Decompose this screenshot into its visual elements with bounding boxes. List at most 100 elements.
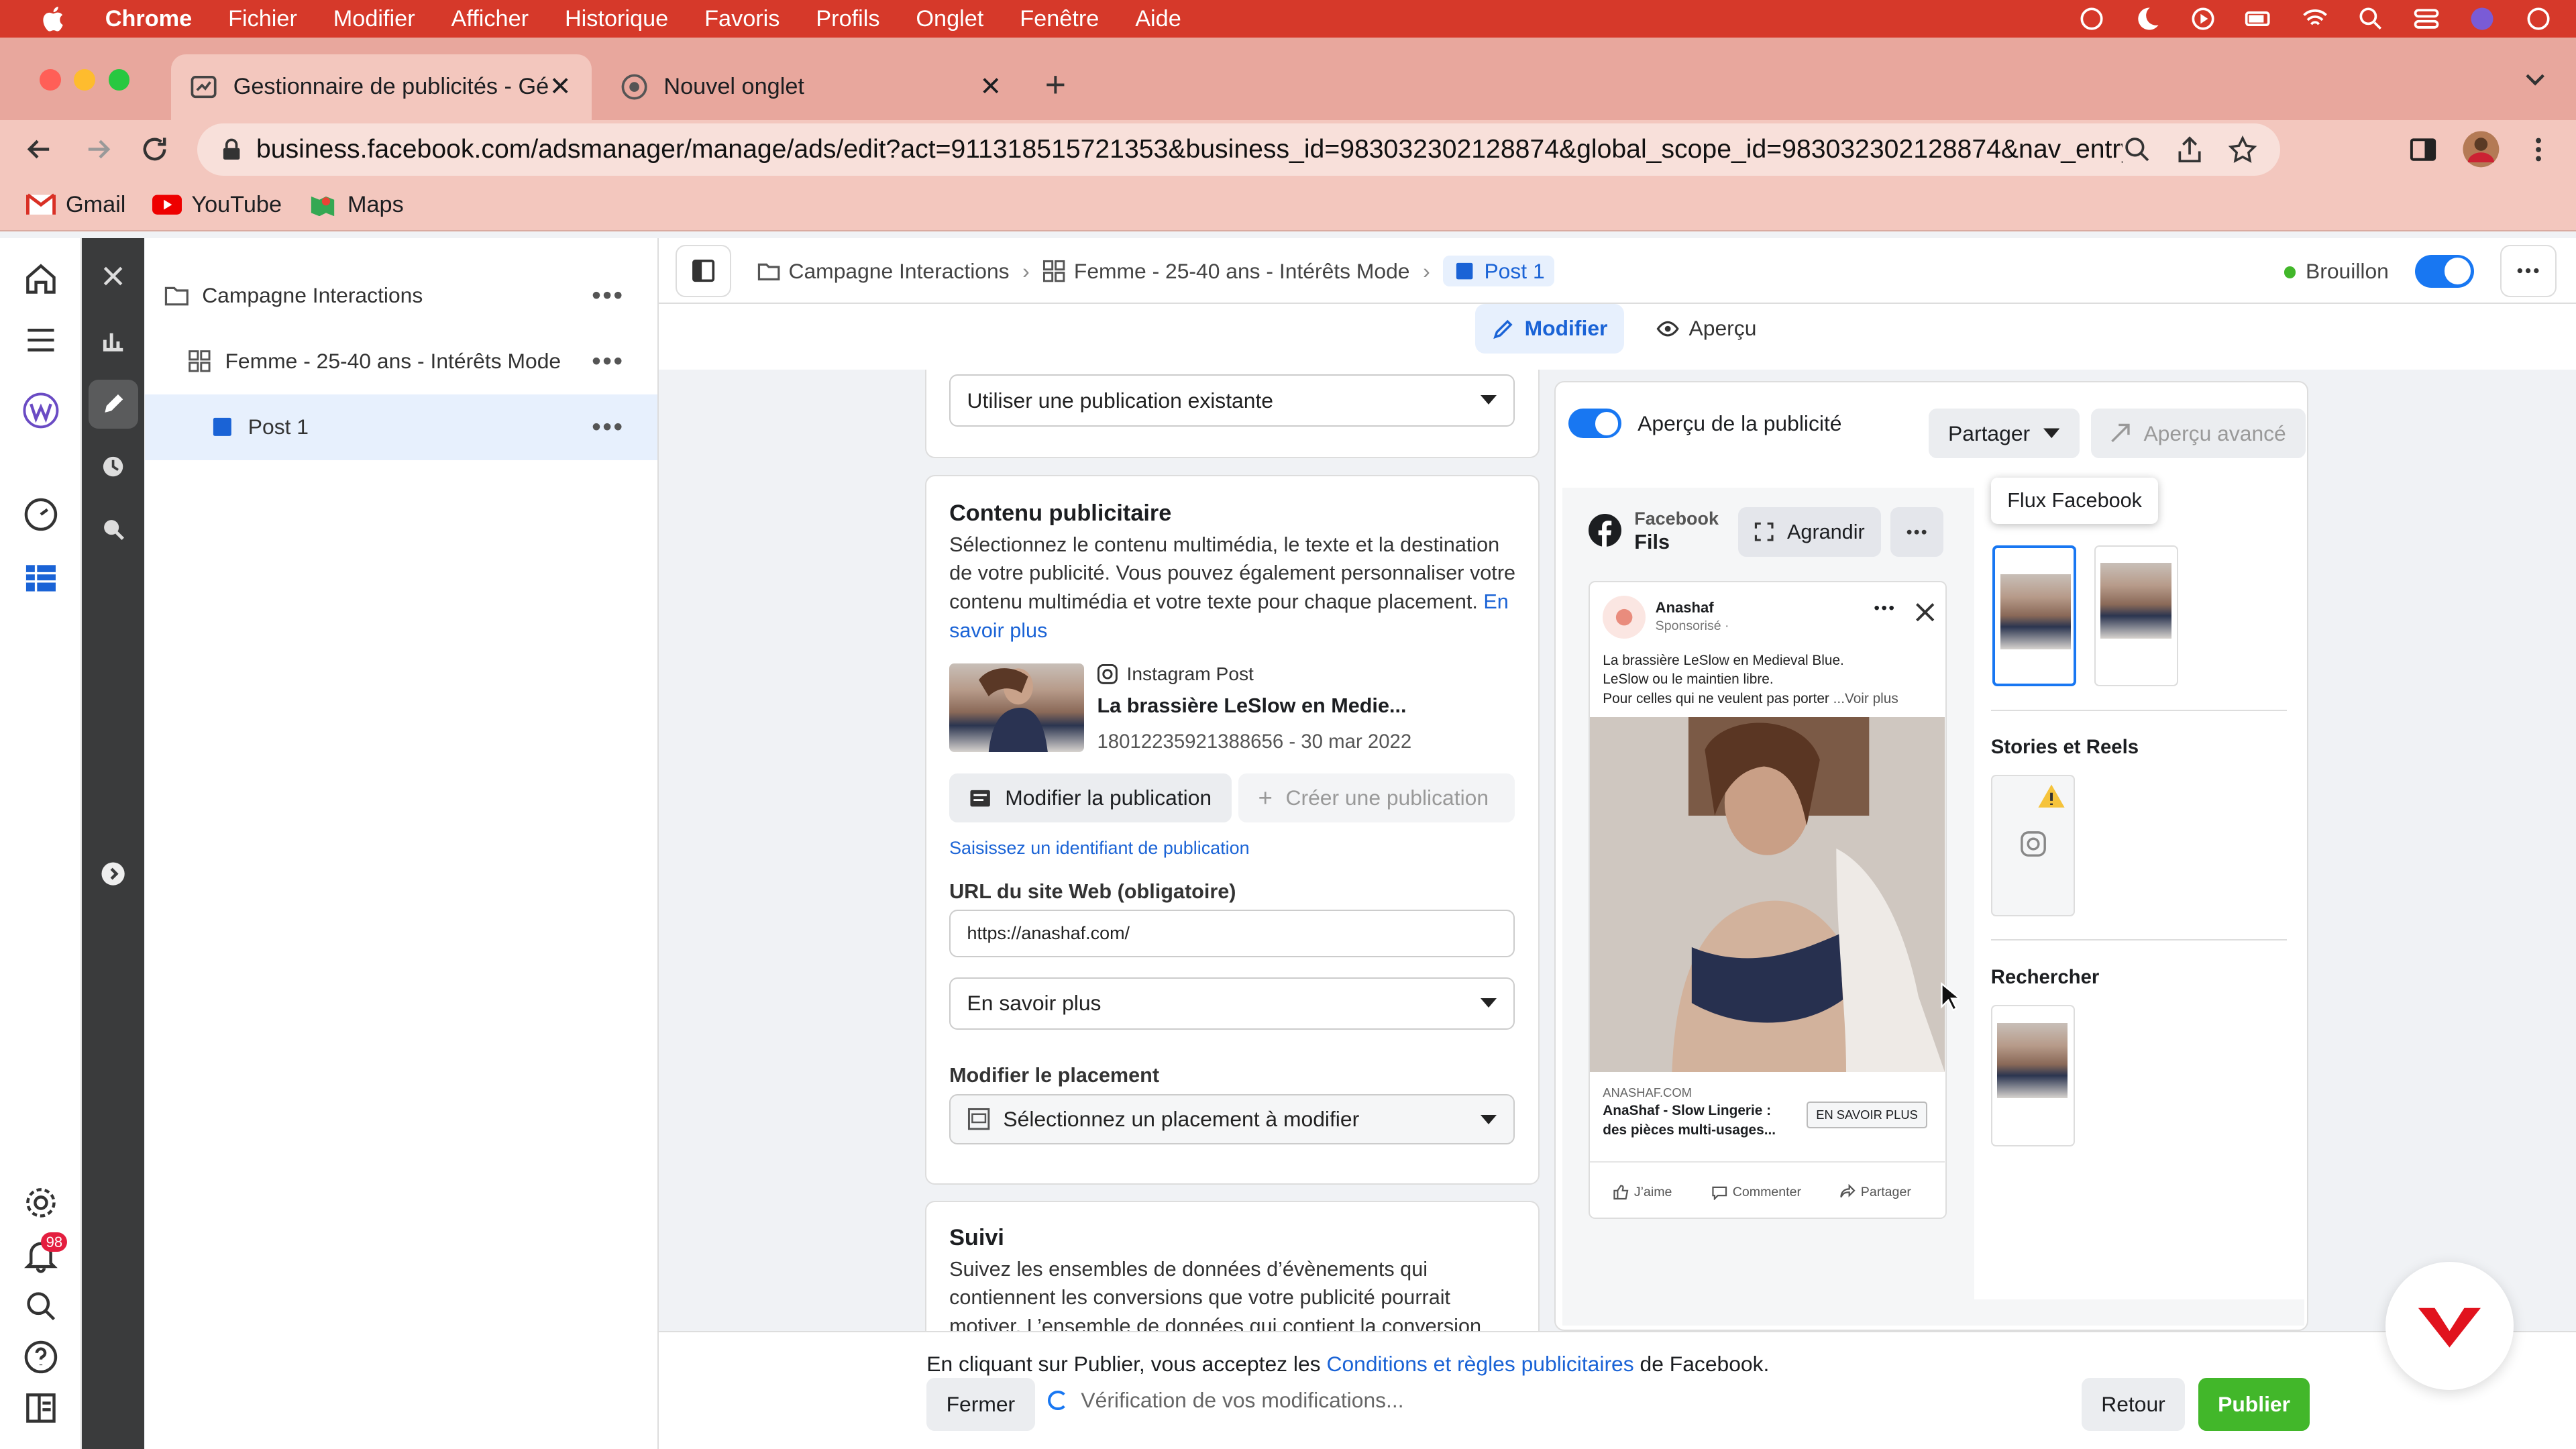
cta-learn-more-button[interactable]: EN SAVOIR PLUS — [1806, 1102, 1928, 1128]
tree-item-adset[interactable]: Femme - 25-40 ans - Intérêts Mode ••• — [145, 329, 657, 394]
history-button[interactable] — [89, 442, 138, 491]
menu-edit[interactable]: Modifier — [333, 6, 415, 32]
side-panel-toggle-icon[interactable] — [23, 1390, 59, 1426]
menu-view[interactable]: Afficher — [451, 6, 529, 32]
breadcrumb-campaign[interactable]: Campagne Interactions — [757, 259, 1010, 284]
creative-cloud-icon[interactable] — [2077, 4, 2106, 34]
profile-avatar[interactable] — [2461, 129, 2501, 169]
dashboard-gauge-icon[interactable] — [23, 496, 59, 533]
placement-select[interactable]: Sélectionnez un placement à modifier — [949, 1093, 1515, 1145]
tab-new-tab[interactable]: Nouvel onglet ✕ — [601, 54, 1022, 120]
ad-preview-toggle[interactable] — [1568, 409, 1621, 439]
play-icon[interactable] — [2188, 4, 2218, 34]
menu-file[interactable]: Fichier — [228, 6, 297, 32]
breadcrumb-ad[interactable]: Post 1 — [1443, 255, 1555, 287]
spotlight-search-icon[interactable] — [2356, 4, 2385, 34]
bookmark-maps[interactable]: Maps — [308, 192, 404, 218]
see-more-link[interactable]: ...Voir plus — [1833, 691, 1898, 706]
share-action[interactable]: Partager — [1839, 1183, 1911, 1200]
reload-icon[interactable] — [138, 133, 171, 166]
menu-help[interactable]: Aide — [1135, 6, 1181, 32]
floating-brand-logo[interactable] — [2385, 1261, 2514, 1390]
post-more-icon[interactable]: ••• — [1874, 599, 1896, 618]
edit-pencil-button[interactable] — [89, 379, 138, 429]
forward-arrow-icon[interactable] — [82, 133, 115, 166]
menu-window[interactable]: Fenêtre — [1020, 6, 1099, 32]
placement-thumb-stories[interactable] — [1990, 775, 2075, 917]
close-tab-icon[interactable]: ✕ — [549, 72, 572, 102]
publish-button[interactable]: Publier — [2198, 1378, 2310, 1431]
close-icon[interactable] — [1915, 602, 1935, 622]
tab-preview[interactable]: Aperçu — [1640, 304, 1773, 353]
more-options-icon[interactable]: ••• — [592, 413, 625, 442]
close-window-button[interactable] — [39, 68, 61, 91]
help-icon[interactable] — [23, 1339, 59, 1375]
hamburger-menu-icon[interactable] — [23, 322, 59, 358]
expand-panel-button[interactable] — [89, 849, 138, 898]
more-options-icon[interactable]: ••• — [592, 347, 625, 376]
new-tab-button[interactable]: + — [1045, 64, 1066, 105]
tab-edit[interactable]: Modifier — [1475, 304, 1624, 354]
like-action[interactable]: J’aime — [1613, 1184, 1672, 1200]
share-icon[interactable] — [2175, 135, 2204, 164]
cta-select[interactable]: En savoir plus — [949, 977, 1515, 1030]
user-switch-icon[interactable] — [2524, 4, 2553, 34]
close-editor-button[interactable] — [89, 252, 138, 301]
terms-link[interactable]: Conditions et règles publicitaires — [1326, 1352, 1633, 1376]
edit-post-button[interactable]: Modifier la publication — [949, 773, 1232, 823]
kebab-menu-icon[interactable] — [2524, 135, 2553, 164]
menu-app-name[interactable]: Chrome — [105, 6, 192, 32]
header-more-button[interactable] — [2500, 244, 2557, 298]
preview-more-button[interactable] — [1890, 507, 1943, 557]
comment-action[interactable]: Commenter — [1711, 1184, 1801, 1201]
more-options-icon[interactable]: ••• — [592, 281, 625, 311]
enter-post-id-link[interactable]: Saisissez un identifiant de publication — [949, 838, 1250, 859]
bookmark-star-icon[interactable] — [2228, 135, 2257, 164]
breadcrumb-adset[interactable]: Femme - 25-40 ans - Intérêts Mode — [1042, 259, 1409, 284]
home-icon[interactable] — [23, 261, 59, 297]
menu-history[interactable]: Historique — [565, 6, 668, 32]
side-panel-icon[interactable] — [2408, 135, 2438, 164]
advanced-preview-button[interactable]: Aperçu avancé — [2091, 409, 2306, 458]
placement-thumb-search[interactable] — [1990, 1005, 2075, 1146]
lock-icon[interactable] — [220, 138, 243, 161]
ad-active-toggle[interactable] — [2415, 254, 2475, 288]
create-post-button[interactable]: + Créer une publication — [1238, 773, 1515, 823]
toggle-tree-button[interactable] — [675, 244, 731, 298]
close-button[interactable]: Fermer — [926, 1378, 1035, 1431]
tab-search-chevron-icon[interactable] — [2524, 67, 2546, 90]
address-bar[interactable]: business.facebook.com/adsmanager/manage/… — [197, 123, 2281, 176]
account-logo-icon[interactable] — [23, 392, 59, 429]
menu-tab[interactable]: Onglet — [916, 6, 983, 32]
ads-table-icon[interactable] — [23, 560, 59, 596]
close-tab-icon[interactable]: ✕ — [979, 72, 1002, 102]
enlarge-button[interactable]: Agrandir — [1737, 507, 1882, 557]
tab-ads-manager[interactable]: Gestionnaire de publicités - Gé ✕ — [170, 54, 592, 120]
placement-thumb-feed-2[interactable] — [2094, 545, 2178, 687]
performance-chart-button[interactable] — [89, 315, 138, 364]
search-icon[interactable] — [23, 1288, 59, 1324]
website-url-input[interactable]: https://anashaf.com/ — [949, 910, 1515, 958]
apple-icon[interactable] — [40, 4, 69, 34]
bookmark-youtube[interactable]: YouTube — [152, 192, 282, 218]
moon-icon[interactable] — [2133, 4, 2162, 34]
settings-gear-icon[interactable] — [23, 1185, 59, 1221]
back-arrow-icon[interactable] — [23, 133, 56, 166]
tree-item-ad[interactable]: Post 1 ••• — [144, 394, 657, 460]
bookmark-gmail[interactable]: Gmail — [26, 192, 125, 218]
zoom-icon[interactable] — [2123, 135, 2152, 164]
battery-icon[interactable] — [2244, 4, 2273, 34]
minimize-window-button[interactable] — [74, 68, 95, 91]
back-button[interactable]: Retour — [2081, 1378, 2186, 1431]
menu-bookmarks[interactable]: Favoris — [704, 6, 780, 32]
share-preview-button[interactable]: Partager — [1928, 409, 2080, 458]
existing-post-select[interactable]: Utiliser une publication existante — [949, 374, 1515, 427]
inspect-button[interactable] — [89, 504, 138, 553]
wifi-icon[interactable] — [2300, 4, 2330, 34]
zoom-window-button[interactable] — [108, 68, 130, 91]
placement-thumb-feed-1[interactable] — [1992, 545, 2077, 687]
menu-profiles[interactable]: Profils — [816, 6, 879, 32]
control-center-icon[interactable] — [2412, 4, 2441, 34]
siri-icon[interactable] — [2467, 4, 2497, 34]
tree-item-campaign[interactable]: Campagne Interactions ••• — [145, 263, 657, 329]
